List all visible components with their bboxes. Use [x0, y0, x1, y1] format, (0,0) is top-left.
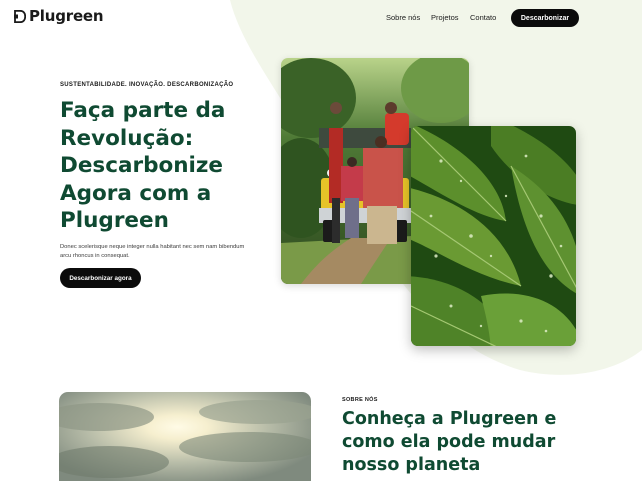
brand-name: Plugreen [29, 7, 104, 25]
landing-page: Plugreen Sobre nós Projetos Contato Desc… [0, 0, 642, 481]
hero-cta-button[interactable]: Descarbonizar agora [60, 268, 141, 288]
logo[interactable]: Plugreen [14, 7, 104, 25]
hero-headline: Faça parte da Revolução: Descarbonize Ag… [60, 98, 226, 233]
nav-link-contato[interactable]: Contato [470, 13, 496, 22]
hero-body-text: Donec scelerisque neque integer nulla ha… [60, 244, 245, 259]
site-header: Plugreen Sobre nós Projetos Contato Desc… [0, 0, 642, 36]
photo-cloudy-sky [59, 392, 311, 481]
header-cta-button[interactable]: Descarbonizar [511, 9, 579, 27]
nav-link-projetos[interactable]: Projetos [431, 13, 459, 22]
about-label: SOBRE NÓS [342, 397, 378, 403]
hero-eyebrow: SUSTENTABILIDADE. INOVAÇÃO. DESCARBONIZA… [60, 82, 234, 88]
photo-wet-hosta-leaves [411, 126, 576, 346]
plug-d-logo-icon [14, 9, 26, 23]
nav-link-sobre[interactable]: Sobre nós [386, 13, 420, 22]
about-title: Conheça a Plugreen e como ela pode mudar… [342, 409, 557, 475]
